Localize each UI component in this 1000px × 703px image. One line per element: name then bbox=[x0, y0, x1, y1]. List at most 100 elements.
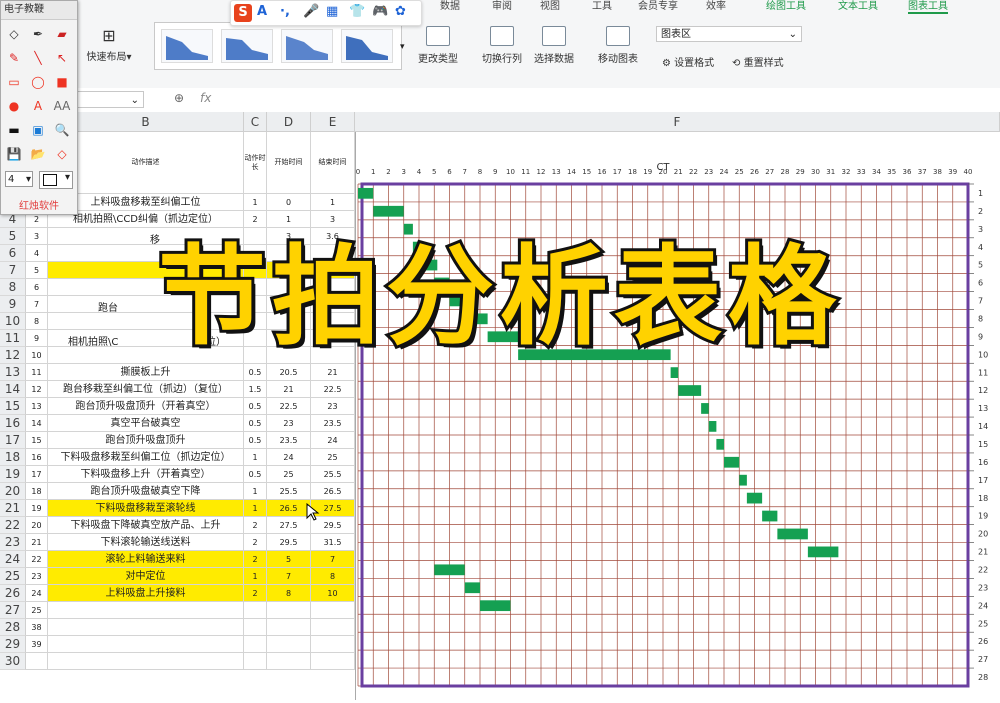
cell-description[interactable]: 跑台移栽至纠偏工位（抓边）（复位） bbox=[48, 381, 244, 398]
chart-style-3[interactable] bbox=[281, 29, 333, 63]
chart-style-gallery[interactable] bbox=[154, 22, 402, 70]
cell-start[interactable]: 29.5 bbox=[267, 534, 311, 551]
row-header[interactable]: 18 bbox=[0, 449, 26, 466]
palette-rect-icon[interactable]: ▭ bbox=[5, 73, 23, 91]
palette-shape-icon[interactable]: ◇ bbox=[53, 145, 71, 163]
cell-duration[interactable]: 0.5 bbox=[244, 432, 267, 449]
cell-duration[interactable]: 2 bbox=[244, 534, 267, 551]
tab-2[interactable]: 审阅 bbox=[492, 0, 512, 12]
sogou-logo-icon[interactable]: S bbox=[234, 4, 252, 22]
cell-duration[interactable]: 1 bbox=[244, 194, 267, 211]
cell-index[interactable]: 15 bbox=[26, 432, 48, 449]
cell-duration[interactable]: 2 bbox=[244, 517, 267, 534]
cell-description[interactable]: 跑台顶升吸盘破真空下降 bbox=[48, 483, 244, 500]
tab-8[interactable]: 文本工具 bbox=[838, 0, 878, 12]
gantt-bar[interactable] bbox=[678, 385, 702, 396]
tab-4[interactable]: 工具 bbox=[592, 0, 612, 12]
cell-end[interactable]: 25 bbox=[311, 449, 355, 466]
tab-6[interactable]: 效率 bbox=[706, 0, 726, 12]
cell-duration[interactable] bbox=[244, 619, 267, 636]
header-end[interactable]: 结束时间 bbox=[311, 132, 355, 194]
cell-start[interactable]: 24 bbox=[267, 449, 311, 466]
row-header[interactable]: 30 bbox=[0, 653, 26, 670]
cell-duration[interactable]: 1 bbox=[244, 568, 267, 585]
gantt-bar[interactable] bbox=[708, 421, 717, 432]
cell-description[interactable]: 下料吸盘移上升（开着真空） bbox=[48, 466, 244, 483]
row-header[interactable]: 21 bbox=[0, 500, 26, 517]
gantt-bar[interactable] bbox=[701, 403, 709, 414]
palette-pen-icon[interactable]: ✒ bbox=[29, 25, 47, 43]
row-header[interactable]: 26 bbox=[0, 585, 26, 602]
cell-start[interactable]: 8 bbox=[267, 585, 311, 602]
cell-end[interactable]: 24 bbox=[311, 432, 355, 449]
cell-duration[interactable]: 1 bbox=[244, 449, 267, 466]
cell-index[interactable]: 23 bbox=[26, 568, 48, 585]
cell-duration[interactable]: 2 bbox=[244, 551, 267, 568]
row-header[interactable]: 27 bbox=[0, 602, 26, 619]
cell-duration[interactable]: 1.5 bbox=[244, 381, 267, 398]
ime-item-1[interactable]: ·, bbox=[280, 4, 290, 19]
col-header-e[interactable]: E bbox=[311, 112, 355, 132]
cell-description[interactable] bbox=[48, 653, 244, 670]
cell-description[interactable]: 滚轮上料输送来料 bbox=[48, 551, 244, 568]
palette-black-bar-icon[interactable]: ▬ bbox=[5, 121, 23, 139]
cell-description[interactable]: 下料吸盘移栽至滚轮线 bbox=[48, 500, 244, 517]
zoom-icon[interactable]: ⊕ bbox=[174, 91, 184, 105]
cell-description[interactable]: 下料滚轮输送线送料 bbox=[48, 534, 244, 551]
cell-end[interactable]: 23.5 bbox=[311, 415, 355, 432]
cell-index[interactable]: 13 bbox=[26, 398, 48, 415]
cell-start[interactable]: 21 bbox=[267, 381, 311, 398]
cell-duration[interactable]: 1 bbox=[244, 483, 267, 500]
cell-start[interactable] bbox=[267, 653, 311, 670]
cell-start[interactable]: 27.5 bbox=[267, 517, 311, 534]
header-start[interactable]: 开始时间 bbox=[267, 132, 311, 194]
cell-index[interactable]: 12 bbox=[26, 381, 48, 398]
cell-index[interactable]: 21 bbox=[26, 534, 48, 551]
cell-start[interactable]: 25 bbox=[267, 466, 311, 483]
row-header[interactable]: 14 bbox=[0, 381, 26, 398]
row-header[interactable]: 24 bbox=[0, 551, 26, 568]
palette-filled-rect-icon[interactable]: ■ bbox=[53, 73, 71, 91]
ime-item-4[interactable]: 👕 bbox=[349, 4, 365, 19]
palette-line-icon[interactable]: ╲ bbox=[29, 49, 47, 67]
chart-style-4[interactable] bbox=[341, 29, 393, 63]
row-header[interactable]: 29 bbox=[0, 636, 26, 653]
palette-open-icon[interactable]: 📂 bbox=[29, 145, 47, 163]
gantt-bar[interactable] bbox=[373, 205, 404, 217]
ime-item-6[interactable]: ✿ bbox=[395, 4, 406, 19]
palette-eraser-icon[interactable]: ◇ bbox=[5, 25, 23, 43]
col-header-f[interactable]: F bbox=[355, 112, 1000, 132]
cell-start[interactable]: 25.5 bbox=[267, 483, 311, 500]
row-header[interactable]: 22 bbox=[0, 517, 26, 534]
color-select[interactable]: ▾ bbox=[39, 171, 73, 189]
cell-start[interactable]: 23 bbox=[267, 415, 311, 432]
cell-start[interactable]: 7 bbox=[267, 568, 311, 585]
cell-end[interactable] bbox=[311, 653, 355, 670]
cell-index[interactable] bbox=[26, 653, 48, 670]
tab-1[interactable]: 数据 bbox=[440, 0, 460, 12]
cell-duration[interactable] bbox=[244, 653, 267, 670]
gallery-more-icon[interactable]: ▾ bbox=[400, 42, 405, 52]
col-header-d[interactable]: D bbox=[267, 112, 311, 132]
tab-9[interactable]: 图表工具 bbox=[908, 0, 948, 14]
ime-item-2[interactable]: 🎤 bbox=[303, 4, 319, 19]
tab-3[interactable]: 视图 bbox=[540, 0, 560, 12]
cell-end[interactable] bbox=[311, 602, 355, 619]
cell-start[interactable] bbox=[267, 636, 311, 653]
select-data-button[interactable]: 选择数据 bbox=[530, 26, 578, 65]
cell-description[interactable]: 上料吸盘上升接料 bbox=[48, 585, 244, 602]
cell-end[interactable] bbox=[311, 619, 355, 636]
gantt-bar[interactable] bbox=[716, 438, 724, 450]
cell-start[interactable]: 5 bbox=[267, 551, 311, 568]
gantt-bar[interactable] bbox=[464, 582, 480, 594]
cell-index[interactable]: 20 bbox=[26, 517, 48, 534]
cell-index[interactable]: 19 bbox=[26, 500, 48, 517]
cell-description[interactable] bbox=[48, 636, 244, 653]
palette-text-icon[interactable]: A bbox=[29, 97, 47, 115]
gantt-bar[interactable] bbox=[724, 456, 740, 468]
cell-start[interactable]: 23.5 bbox=[267, 432, 311, 449]
palette-pencil-icon[interactable]: ✎ bbox=[5, 49, 23, 67]
move-chart-button[interactable]: 移动图表 bbox=[594, 26, 642, 65]
row-header[interactable]: 28 bbox=[0, 619, 26, 636]
palette-screen-icon[interactable]: ▣ bbox=[29, 121, 47, 139]
